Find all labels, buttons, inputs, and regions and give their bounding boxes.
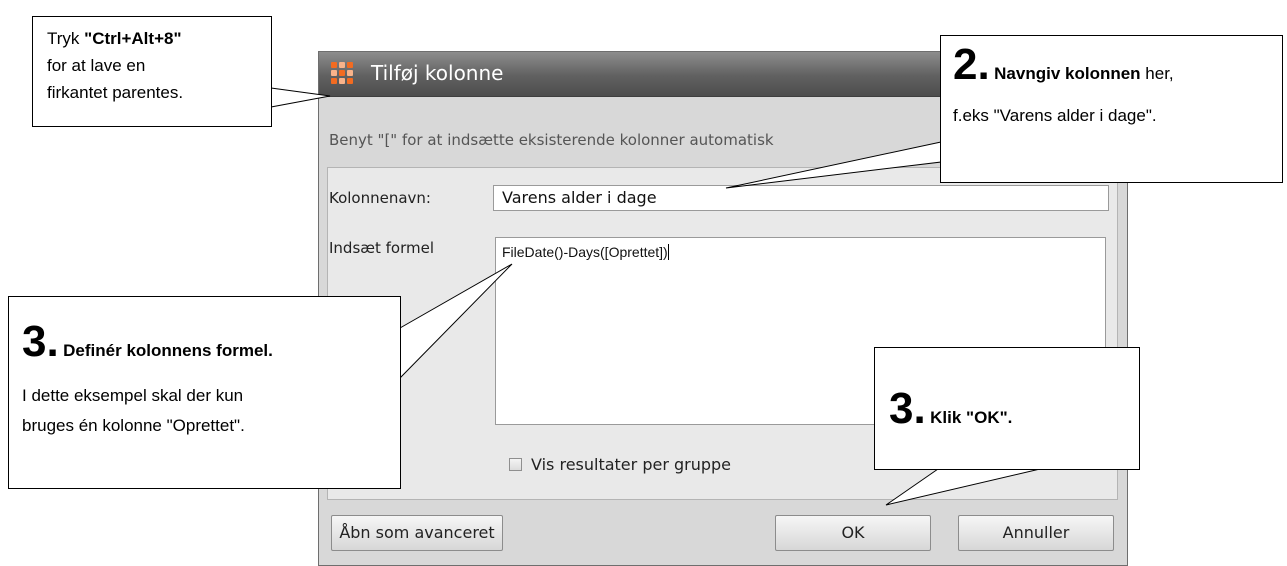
- group-results-label: Vis resultater per gruppe: [531, 455, 732, 474]
- callout-1-prefix: Tryk: [47, 29, 85, 48]
- callout-3-number: 3.: [22, 317, 59, 366]
- callout-2-text: her,: [1140, 64, 1174, 83]
- callout-1-line2: for at lave en: [47, 56, 146, 75]
- callout-2-bold: Navngiv kolonnen: [994, 64, 1141, 83]
- callout-4-bold: Klik "OK".: [930, 408, 1013, 427]
- formula-text: FileDate()-Days([Oprettet]): [502, 244, 668, 260]
- column-name-label: Kolonnenavn:: [329, 189, 431, 207]
- callout-4-number: 3.: [889, 384, 926, 433]
- group-results-checkbox[interactable]: [509, 458, 522, 471]
- callout-3-line3: bruges én kolonne "Oprettet".: [22, 416, 245, 435]
- open-advanced-button[interactable]: Åbn som avanceret: [331, 515, 503, 551]
- ok-button[interactable]: OK: [775, 515, 931, 551]
- formula-label: Indsæt formel: [329, 239, 435, 257]
- callout-formula: 3. Definér kolonnens formel. I dette eks…: [8, 296, 401, 489]
- callout-click-ok: 3. Klik "OK".: [874, 347, 1140, 470]
- callout-2-line2: f.eks "Varens alder i dage".: [953, 106, 1157, 125]
- callout-3-bold: Definér kolonnens formel.: [63, 341, 273, 360]
- callout-name-column: 2. Navngiv kolonnen her, f.eks "Varens a…: [940, 35, 1283, 183]
- cancel-button[interactable]: Annuller: [958, 515, 1114, 551]
- callout-1-line3: firkantet parentes.: [47, 83, 184, 102]
- dialog-title: Tilføj kolonne: [371, 61, 504, 85]
- callout-shortcut: Tryk "Ctrl+Alt+8" for at lave en firkant…: [32, 16, 272, 127]
- callout-3-line2: I dette eksempel skal der kun: [22, 386, 244, 405]
- app-grid-icon: [331, 62, 353, 84]
- callout-1-shortcut: "Ctrl+Alt+8": [84, 29, 182, 48]
- text-caret: [667, 244, 669, 260]
- hint-text: Benyt "[" for at indsætte eksisterende k…: [329, 131, 774, 149]
- column-name-input[interactable]: Varens alder i dage: [493, 185, 1109, 211]
- callout-2-number: 2.: [953, 40, 990, 89]
